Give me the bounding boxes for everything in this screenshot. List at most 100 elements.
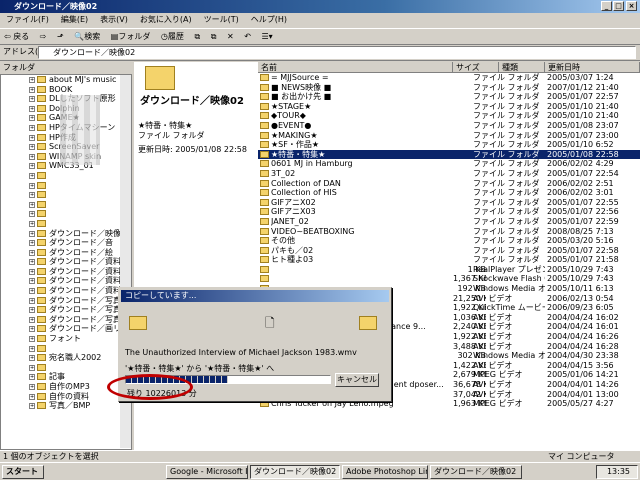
tree-item[interactable]: + ダウンロード／資料03	[1, 286, 131, 296]
taskbar-button[interactable]: ダウンロード／映像02	[250, 465, 340, 479]
copy-to-button[interactable]: ⧉	[207, 29, 221, 44]
expand-icon[interactable]: +	[29, 355, 35, 362]
tree-item[interactable]: + ダウンロード／音	[1, 238, 131, 248]
file-row[interactable]: ●EVENT● ファイル フォルダ 2005/01/08 23:07	[258, 121, 640, 131]
expand-icon[interactable]: +	[29, 278, 35, 285]
search-button[interactable]: 🔍検索	[70, 29, 104, 44]
expand-icon[interactable]: +	[29, 144, 35, 151]
tree-item[interactable]: +	[1, 171, 131, 181]
tree-item[interactable]: + ダウンロード／写真02	[1, 315, 131, 325]
tree-item[interactable]: +	[1, 209, 131, 219]
expand-icon[interactable]: +	[29, 364, 35, 371]
file-row[interactable]: GIFアニX03 ファイル フォルダ 2005/01/07 22:56	[258, 207, 640, 217]
file-row[interactable]: GIFアニX02 ファイル フォルダ 2005/01/07 22:55	[258, 198, 640, 208]
expand-icon[interactable]: +	[29, 220, 35, 227]
up-button[interactable]: ⬏	[53, 29, 68, 44]
col-name[interactable]: 名前	[258, 62, 453, 73]
file-row[interactable]: ■ NEWS映像 ■ ファイル フォルダ 2007/01/12 21:40	[258, 83, 640, 93]
expand-icon[interactable]: +	[29, 384, 35, 390]
tree-item[interactable]: +	[1, 190, 131, 200]
menu-item[interactable]: お気に入り(A)	[134, 13, 198, 27]
menu-item[interactable]: 表示(V)	[94, 13, 134, 27]
tree-item[interactable]: + BOOK	[1, 85, 131, 95]
file-row[interactable]: JANET_02 ファイル フォルダ 2005/01/07 22:59	[258, 217, 640, 227]
expand-icon[interactable]: +	[29, 403, 35, 410]
expand-icon[interactable]: +	[29, 240, 35, 247]
folders-button[interactable]: ▤フォルダ	[107, 29, 155, 44]
expand-icon[interactable]: +	[29, 259, 35, 266]
cancel-button[interactable]: キャンセル	[335, 373, 379, 387]
menu-item[interactable]: ファイル(F)	[0, 13, 55, 27]
taskbar-button[interactable]: ダウンロード／映像02	[430, 465, 522, 479]
tree-item[interactable]: + 写真／BMP	[1, 401, 131, 411]
move-to-button[interactable]: ⧉	[190, 29, 204, 44]
file-row[interactable]: ★MAKING★ ファイル フォルダ 2005/01/07 23:00	[258, 131, 640, 141]
expand-icon[interactable]: +	[29, 182, 35, 189]
file-row[interactable]: 0601 MJ in Hamburg ファイル フォルダ 2006/02/02 4:…	[258, 159, 640, 169]
tree-item[interactable]: +	[1, 181, 131, 191]
file-row[interactable]: ヒト種よ03 ファイル フォルダ 2005/01/07 21:58	[258, 255, 640, 265]
file-row[interactable]: Collection of HIS ファイル フォルダ 2006/02/02 3:0…	[258, 188, 640, 198]
expand-icon[interactable]: +	[29, 134, 35, 141]
expand-icon[interactable]: +	[29, 211, 35, 218]
file-row[interactable]: ◆TOUR◆ ファイル フォルダ 2005/01/10 21:40	[258, 111, 640, 121]
taskbar-button[interactable]: Adobe Photoshop Lim...	[342, 465, 428, 479]
expand-icon[interactable]: +	[29, 86, 35, 93]
expand-icon[interactable]: +	[29, 345, 35, 352]
expand-icon[interactable]: +	[29, 393, 35, 400]
file-row[interactable]: ★SF・作品★ ファイル フォルダ 2005/01/10 6:52	[258, 140, 640, 150]
file-row[interactable]: 3T_02 ファイル フォルダ 2005/01/07 22:54	[258, 169, 640, 179]
forward-button[interactable]: ⇨	[36, 29, 51, 44]
menu-item[interactable]: 編集(E)	[55, 13, 94, 27]
expand-icon[interactable]: +	[29, 105, 35, 112]
file-row[interactable]: VIDEO~BEATBOXING ファイル フォルダ 2008/08/25 7:13	[258, 227, 640, 237]
tree-item[interactable]: + ダウンロード／写真01	[1, 305, 131, 315]
expand-icon[interactable]: +	[29, 307, 35, 314]
tree-item[interactable]: +	[1, 344, 131, 354]
close-button[interactable]: ×	[626, 1, 637, 11]
start-button[interactable]: スタート	[2, 465, 44, 479]
file-row[interactable]: = MJJSource = ファイル フォルダ 2005/03/07 1:24	[258, 73, 640, 83]
tree-item[interactable]: + ダウンロード／画リンク	[1, 324, 131, 334]
expand-icon[interactable]: +	[29, 153, 35, 160]
expand-icon[interactable]: +	[29, 249, 35, 256]
tree-item[interactable]: + ダウンロード／資料02	[1, 276, 131, 286]
file-row[interactable]: Collection of DAN ファイル フォルダ 2006/02/02 2:5…	[258, 179, 640, 189]
file-row[interactable]: ★STAGE★ ファイル フォルダ 2005/01/10 21:40	[258, 102, 640, 112]
expand-icon[interactable]: +	[29, 96, 35, 103]
file-row[interactable]: ■ お出かけ先 ■ ファイル フォルダ 2005/01/07 22:57	[258, 92, 640, 102]
maximize-button[interactable]: □	[613, 1, 624, 11]
expand-icon[interactable]: +	[29, 115, 35, 122]
col-size[interactable]: サイズ	[453, 62, 499, 73]
menu-item[interactable]: ヘルプ(H)	[245, 13, 293, 27]
tree-item[interactable]: +	[1, 219, 131, 229]
expand-icon[interactable]: +	[29, 77, 35, 83]
expand-icon[interactable]: +	[29, 288, 35, 295]
back-button[interactable]: ⇦ 戻る	[0, 29, 33, 44]
expand-icon[interactable]: +	[29, 268, 35, 275]
file-row[interactable]: パキも／02 ファイル フォルダ 2005/01/07 22:58	[258, 246, 640, 256]
history-button[interactable]: ◷履歴	[157, 29, 188, 44]
minimize-button[interactable]: _	[601, 1, 612, 11]
file-row[interactable]: 1 KBRealPlayer プレゼン...2005/10/29 7:43	[258, 265, 640, 275]
file-row[interactable]: その他 ファイル フォルダ 2005/03/20 5:16	[258, 236, 640, 246]
tree-item[interactable]: + フォント	[1, 334, 131, 344]
expand-icon[interactable]: +	[29, 230, 35, 237]
address-input[interactable]: ダウンロード／映像02	[38, 46, 636, 59]
expand-icon[interactable]: +	[29, 326, 35, 333]
undo-button[interactable]: ↶	[240, 29, 255, 44]
file-row[interactable]: ★特番・特集★ ファイル フォルダ 2005/01/08 22:58	[258, 149, 640, 160]
tree-item[interactable]: + ダウンロード／映像	[1, 229, 131, 239]
file-row[interactable]: 1,367 KBShockwave Flash O...2005/10/29 7…	[258, 274, 640, 284]
expand-icon[interactable]: +	[29, 336, 35, 343]
tree-item[interactable]: +	[1, 200, 131, 210]
delete-button[interactable]: ✕	[223, 29, 238, 44]
col-date[interactable]: 更新日時	[545, 62, 640, 73]
tree-item[interactable]: + ダウンロード／資料／MJ	[1, 257, 131, 267]
tree-item[interactable]: + about MJ's music	[1, 75, 131, 85]
taskbar-button[interactable]: Google - Microsoft In...	[166, 465, 248, 479]
expand-icon[interactable]: +	[29, 316, 35, 323]
tree-item[interactable]: +	[1, 363, 131, 373]
expand-icon[interactable]: +	[29, 192, 35, 199]
expand-icon[interactable]: +	[29, 172, 35, 179]
